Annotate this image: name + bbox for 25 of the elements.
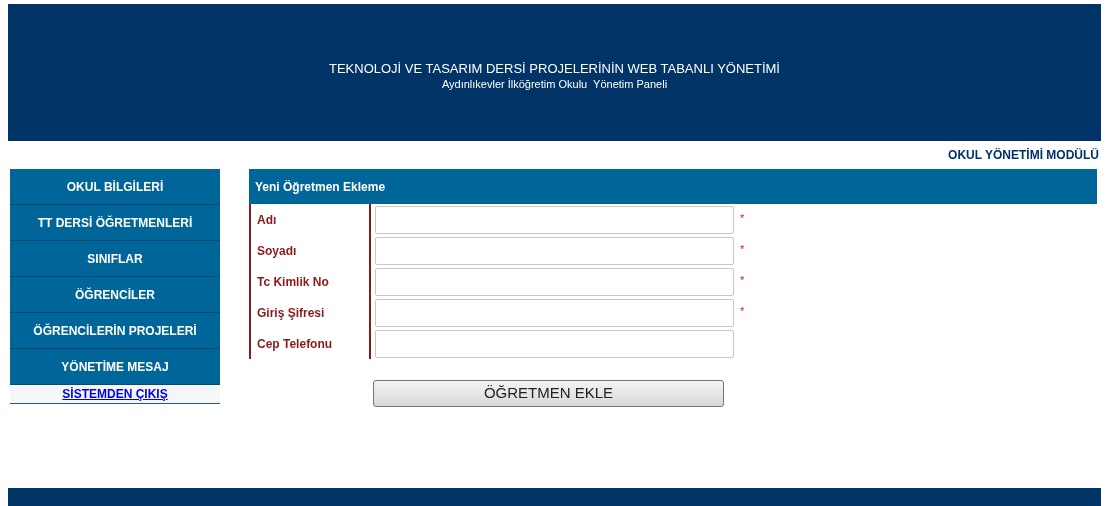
- form-header: Yeni Öğretmen Ekleme: [249, 169, 1097, 204]
- field-label: Soyadı: [257, 242, 297, 260]
- input-field[interactable]: [375, 236, 734, 265]
- menu-item[interactable]: OKUL BİLGİLERİ: [10, 169, 220, 205]
- menu-item[interactable]: SINIFLAR: [10, 241, 220, 277]
- menu-item[interactable]: ÖĞRENCİLER: [10, 277, 220, 313]
- required-mark: *: [740, 242, 745, 257]
- input-field[interactable]: [375, 267, 734, 296]
- site-title: TEKNOLOJİ VE TASARIM DERSİ PROJELERİNİN WEB TABANLI YÖNETİMİ: [329, 61, 780, 77]
- submit-button[interactable]: ÖĞRETMEN EKLE: [373, 380, 724, 407]
- field-label: Cep Telefonu: [257, 335, 333, 353]
- menu-item[interactable]: ÖĞRENCİLERİN PROJELERİ: [10, 313, 220, 349]
- module-title: OKUL YÖNETİMİ MODÜLÜ: [948, 147, 1099, 164]
- field-label: Adı: [257, 211, 277, 229]
- site-subtitle: Aydınlıkevler İlköğretim Okulu Yönetim Paneli: [441, 77, 668, 92]
- field-label: Giriş Şifresi: [257, 304, 325, 322]
- input-field[interactable]: [375, 298, 734, 327]
- field-label: Tc Kimlik No: [257, 273, 329, 291]
- input-field[interactable]: [375, 329, 734, 358]
- required-mark: *: [740, 304, 745, 319]
- input-field[interactable]: [375, 205, 734, 234]
- required-mark: *: [740, 273, 745, 288]
- required-mark: *: [740, 211, 745, 226]
- menu-item[interactable]: TT DERSİ ÖĞRETMENLERİ: [10, 205, 220, 241]
- menu-item[interactable]: YÖNETİME MESAJ: [10, 349, 220, 385]
